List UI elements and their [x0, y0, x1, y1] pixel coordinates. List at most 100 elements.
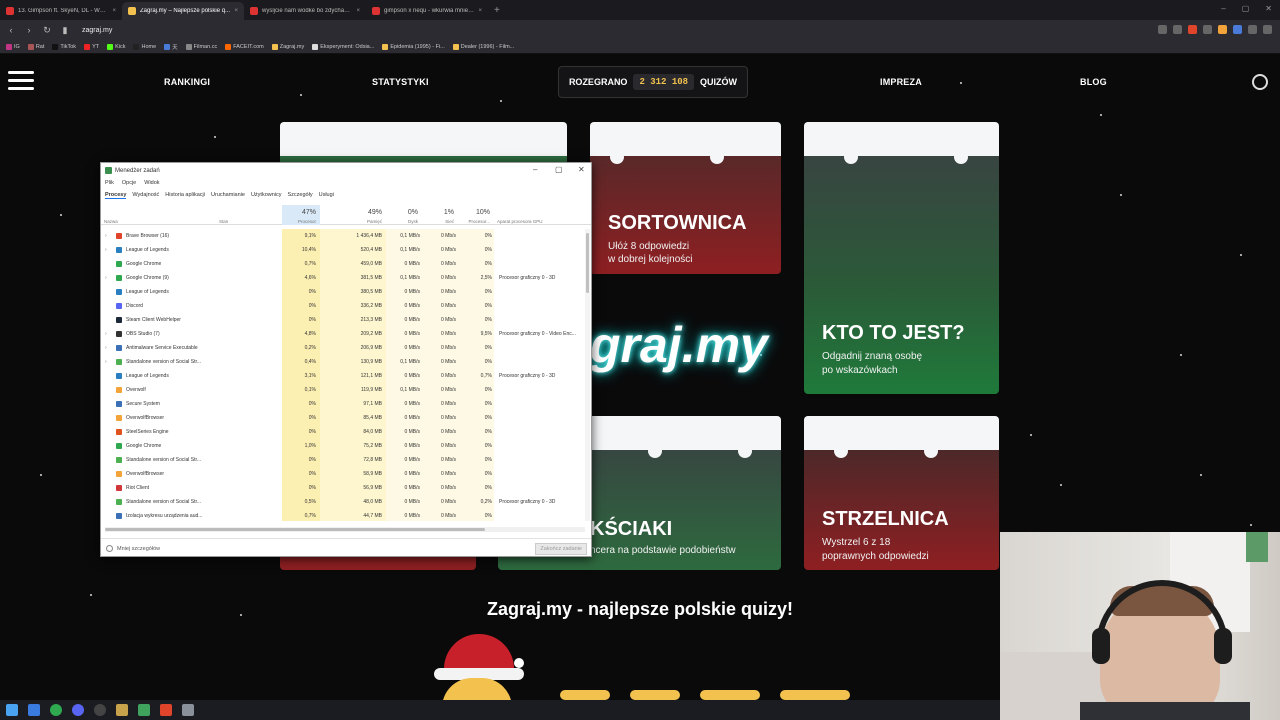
- bookmark-icon[interactable]: ▮: [58, 25, 72, 36]
- nav-rankingi[interactable]: RANKINGI: [164, 77, 210, 87]
- brave-icon[interactable]: [160, 704, 172, 716]
- extension-icon[interactable]: [1233, 25, 1242, 34]
- close-tab-icon[interactable]: ×: [478, 8, 482, 14]
- quiz-card-strzelnica[interactable]: STRZELNICA Wystrzel 6 z 18 poprawnych od…: [804, 416, 999, 570]
- close-icon[interactable]: ✕: [578, 165, 585, 174]
- process-row[interactable]: Riot Client 0% 56,9 MB 0 MB/s 0 Mb/s 0%: [101, 481, 591, 495]
- close-tab-icon[interactable]: ×: [356, 8, 360, 14]
- process-row[interactable]: › League of Legends 10,4% 520,4 MB 0,1 MB/s 0…: [101, 243, 591, 257]
- bookmark-item[interactable]: Dealer (1996) - Film...: [452, 43, 514, 50]
- league-icon[interactable]: [116, 704, 128, 716]
- bookmark-item[interactable]: TikTok: [52, 43, 76, 50]
- tm-tab[interactable]: Usługi: [319, 192, 334, 199]
- process-row[interactable]: Discord 0% 336,2 MB 0 MB/s 0 Mb/s 0%: [101, 299, 591, 313]
- bookmark-item[interactable]: YT: [84, 43, 99, 50]
- vertical-scrollbar[interactable]: [585, 229, 590, 521]
- process-row[interactable]: Google Chrome 0,7% 459,0 MB 0 MB/s 0 Mb/s 0%: [101, 257, 591, 271]
- col-network[interactable]: 1% Sieć: [422, 205, 458, 225]
- expand-chevron-icon[interactable]: ›: [105, 229, 107, 243]
- close-tab-icon[interactable]: ×: [112, 8, 116, 14]
- extension-icon[interactable]: [1218, 25, 1227, 34]
- process-row[interactable]: › Standalone version of Social Str... 0,4%…: [101, 355, 591, 369]
- process-row[interactable]: League of Legends 0% 380,5 MB 0 MB/s 0 Mb/s 0…: [101, 285, 591, 299]
- browser-tab[interactable]: wysljcie nam wodke bo zdychamy n... ×: [244, 2, 366, 20]
- bookmark-item[interactable]: FACEIT.com: [225, 43, 264, 50]
- nav-impreza[interactable]: IMPREZA: [880, 77, 922, 87]
- windows-start-icon[interactable]: [6, 704, 18, 716]
- end-task-button[interactable]: Zakończ zadanie: [535, 543, 587, 555]
- quiz-card-kto-to-jest[interactable]: KTO TO JEST? Odgadnij znaną osobę po wsk…: [804, 122, 999, 394]
- browser-tab[interactable]: gimpson x nequ - wkurwia mnie (Ly... ×: [366, 2, 488, 20]
- expand-chevron-icon[interactable]: ›: [105, 355, 107, 369]
- menu-item[interactable]: Plik: [105, 180, 114, 186]
- col-cpu[interactable]: 47% Procesor: [282, 205, 320, 225]
- col-gpu[interactable]: 10% Procesor...: [458, 205, 494, 225]
- task-manager-icon[interactable]: [182, 704, 194, 716]
- expand-chevron-icon[interactable]: ›: [105, 271, 107, 285]
- expand-chevron-icon[interactable]: ›: [105, 243, 107, 257]
- chrome-icon[interactable]: [50, 704, 62, 716]
- close-icon[interactable]: ✕: [1265, 4, 1272, 13]
- process-row[interactable]: Overwolf 0,1% 119,9 MB 0,1 MB/s 0 Mb/s 0%: [101, 383, 591, 397]
- bookmark-item[interactable]: Eksperyment: Odsia...: [312, 43, 374, 50]
- process-row[interactable]: Standalone version of Social Str... 0% 72,…: [101, 453, 591, 467]
- process-row[interactable]: OverwolfBrowser 0% 85,4 MB 0 MB/s 0 Mb/s 0%: [101, 411, 591, 425]
- process-row[interactable]: Standalone version of Social Str... 0,5% 4…: [101, 495, 591, 509]
- forward-icon[interactable]: ›: [22, 25, 36, 35]
- bookmark-item[interactable]: IG: [6, 43, 20, 50]
- tm-tab[interactable]: Procesy: [105, 192, 127, 199]
- bookmark-item[interactable]: Zagraj.my: [271, 43, 304, 50]
- bookmark-item[interactable]: Rat: [27, 43, 44, 50]
- explorer-icon[interactable]: [28, 704, 40, 716]
- brave-shield-icon[interactable]: [1188, 25, 1197, 34]
- process-row[interactable]: Steam Client WebHelper 0% 213,3 MB 0 MB/s 0 …: [101, 313, 591, 327]
- hamburger-menu-icon[interactable]: [8, 71, 34, 95]
- bookmark-item[interactable]: Epidemia (1995) - Fi...: [382, 43, 445, 50]
- col-name[interactable]: Nazwa: [101, 205, 216, 225]
- process-row[interactable]: › Google Chrome (9) 4,6% 381,5 MB 0,1 MB/s 0 …: [101, 271, 591, 285]
- zoom-icon[interactable]: [1158, 25, 1167, 34]
- bookmark-item[interactable]: Home: [133, 43, 156, 50]
- nav-statystyki[interactable]: STATYSTYKI: [372, 77, 429, 87]
- maximize-icon[interactable]: ▢: [1242, 4, 1250, 13]
- tm-tab[interactable]: Historia aplikacji: [165, 192, 205, 199]
- discord-icon[interactable]: [72, 704, 84, 716]
- quiz-card-sortownica[interactable]: SORTOWNICA Ułóż 8 odpowiedzi w dobrej ko…: [590, 122, 781, 274]
- expand-chevron-icon[interactable]: ›: [105, 341, 107, 355]
- tm-tab[interactable]: Szczegóły: [288, 192, 313, 199]
- process-row[interactable]: › Antimalware Service Executable 0,2% 206,9…: [101, 341, 591, 355]
- menu-item[interactable]: Opcje: [122, 180, 136, 186]
- menu-item[interactable]: Widok: [144, 180, 159, 186]
- tm-tab[interactable]: Wydajność: [132, 192, 159, 199]
- bookmark-item[interactable]: Kick: [107, 43, 125, 50]
- col-disk[interactable]: 0% Dysk: [386, 205, 422, 225]
- bookmark-item[interactable]: 天: [164, 43, 178, 51]
- minimize-icon[interactable]: –: [1221, 4, 1225, 13]
- url-field[interactable]: zagraj.my: [82, 27, 112, 34]
- horizontal-scrollbar[interactable]: [105, 527, 585, 532]
- process-row[interactable]: SteelSeries Engine 0% 84,0 MB 0 MB/s 0 Mb/s 0…: [101, 425, 591, 439]
- col-status[interactable]: Stan: [216, 205, 282, 225]
- share-icon[interactable]: [1173, 25, 1182, 34]
- bookmark-item[interactable]: Filman.cc: [185, 43, 217, 50]
- task-manager-window[interactable]: Menedżer zadań – ▢ ✕ Plik Opcje Widok Proc…: [100, 162, 592, 557]
- process-row[interactable]: League of Legends 3,1% 121,1 MB 0 MB/s 0 Mb/…: [101, 369, 591, 383]
- maximize-icon[interactable]: ▢: [555, 165, 563, 174]
- process-row[interactable]: Secure System 0% 97,1 MB 0 MB/s 0 Mb/s 0%: [101, 397, 591, 411]
- menu-icon[interactable]: [1263, 25, 1272, 34]
- app-icon[interactable]: [138, 704, 150, 716]
- process-row[interactable]: › OBS Studio (7) 4,8% 209,2 MB 0 MB/s 0 Mb/s 9…: [101, 327, 591, 341]
- browser-tab[interactable]: 13. Gimpson ft. SkyeN, DL - Wkurwi...×: [0, 2, 122, 20]
- window-title-bar[interactable]: Menedżer zadań – ▢ ✕: [101, 163, 591, 178]
- obs-icon[interactable]: [94, 704, 106, 716]
- nav-blog[interactable]: BLOG: [1080, 77, 1107, 87]
- extension-icon[interactable]: [1203, 25, 1212, 34]
- expand-chevron-icon[interactable]: ›: [105, 327, 107, 341]
- download-icon[interactable]: [1248, 25, 1257, 34]
- fewer-details-link[interactable]: Mniej szczegółów: [117, 546, 160, 552]
- process-row[interactable]: OverwolfBrowser 0% 58,9 MB 0 MB/s 0 Mb/s 0%: [101, 467, 591, 481]
- tm-tab[interactable]: Uruchamianie: [211, 192, 245, 199]
- close-tab-icon[interactable]: ×: [234, 8, 238, 14]
- process-row[interactable]: › Brave Browser (16) 9,1% 1 436,4 MB 0,1 MB/…: [101, 229, 591, 243]
- back-icon[interactable]: ‹: [4, 25, 18, 35]
